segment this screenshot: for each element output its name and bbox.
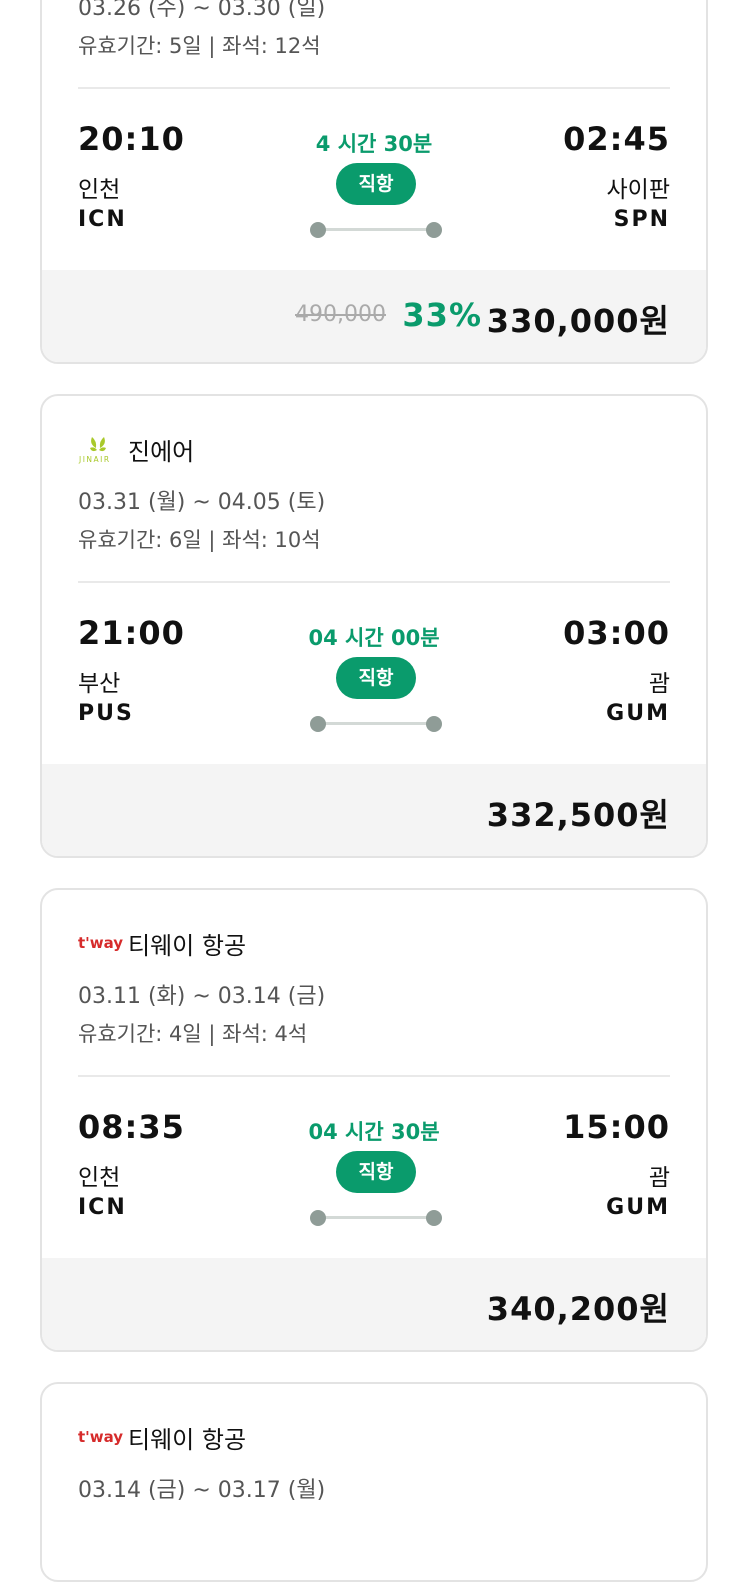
- svg-text:JINAIR: JINAIR: [78, 455, 111, 464]
- arrival-time: 03:00: [563, 614, 670, 652]
- airline-header: JINAIR 진에어: [78, 434, 195, 466]
- airline-name: 티웨이 항공: [128, 931, 247, 960]
- flight-card[interactable]: t'way 티웨이 항공 03.11 (화) ~ 03.14 (금) 유효기간:…: [40, 888, 708, 1352]
- arrival-code: GUM: [606, 701, 670, 726]
- arrival-city: 괌: [648, 671, 670, 697]
- flight-card[interactable]: t'way 티웨이 항공 03.14 (금) ~ 03.17 (월): [40, 1382, 708, 1582]
- arrival-code: SPN: [613, 207, 670, 232]
- divider: [78, 1075, 670, 1077]
- departure-city: 부산: [78, 671, 121, 697]
- arrival-city: 괌: [648, 1165, 670, 1191]
- airline-header: t'way 티웨이 항공: [78, 1422, 247, 1454]
- departure-city: 인천: [78, 1165, 121, 1191]
- price: 340,200원: [486, 1290, 670, 1328]
- travel-dates: 03.31 (월) ~ 04.05 (토): [78, 490, 326, 515]
- price-footer: 490,000 33% 330,000원: [42, 270, 706, 362]
- original-price: 490,000: [295, 302, 386, 327]
- discount-rate: 33%: [402, 296, 482, 334]
- route-line: [310, 716, 442, 732]
- route-line: [310, 1210, 442, 1226]
- flight-card[interactable]: JINAIR 진에어 03.31 (월) ~ 04.05 (토) 유효기간: 6…: [40, 394, 708, 858]
- flight-card[interactable]: 03.26 (수) ~ 03.30 (일) 유효기간: 5일 | 좌석: 12석…: [40, 0, 708, 364]
- tway-logo-icon: t'way: [78, 934, 124, 952]
- direct-badge: 직항: [336, 163, 416, 205]
- price-footer: 340,200원: [42, 1258, 706, 1350]
- route-line: [310, 222, 442, 238]
- arrival-city: 사이판: [606, 177, 670, 203]
- airline-name: 진에어: [128, 437, 195, 466]
- travel-dates: 03.14 (금) ~ 03.17 (월): [78, 1478, 326, 1503]
- travel-dates: 03.26 (수) ~ 03.30 (일): [78, 0, 326, 21]
- departure-code: PUS: [78, 701, 134, 726]
- price: 332,500원: [486, 796, 670, 834]
- departure-code: ICN: [78, 1195, 127, 1220]
- validity-seats: 유효기간: 5일 | 좌석: 12석: [78, 34, 321, 58]
- arrival-time: 15:00: [563, 1108, 670, 1146]
- departure-city: 인천: [78, 177, 121, 203]
- jinair-logo-icon: JINAIR: [78, 434, 120, 464]
- direct-badge: 직항: [336, 1151, 416, 1193]
- travel-dates: 03.11 (화) ~ 03.14 (금): [78, 984, 326, 1009]
- price: 330,000원: [486, 302, 670, 340]
- arrival-code: GUM: [606, 1195, 670, 1220]
- departure-code: ICN: [78, 207, 127, 232]
- divider: [78, 581, 670, 583]
- tway-logo-icon: t'way: [78, 1428, 124, 1446]
- airline-header: t'way 티웨이 항공: [78, 928, 247, 960]
- price-footer: 332,500원: [42, 764, 706, 856]
- arrival-time: 02:45: [563, 120, 670, 158]
- airline-name: 티웨이 항공: [128, 1425, 247, 1454]
- divider: [78, 87, 670, 89]
- direct-badge: 직항: [336, 657, 416, 699]
- validity-seats: 유효기간: 4일 | 좌석: 4석: [78, 1022, 308, 1046]
- validity-seats: 유효기간: 6일 | 좌석: 10석: [78, 528, 321, 552]
